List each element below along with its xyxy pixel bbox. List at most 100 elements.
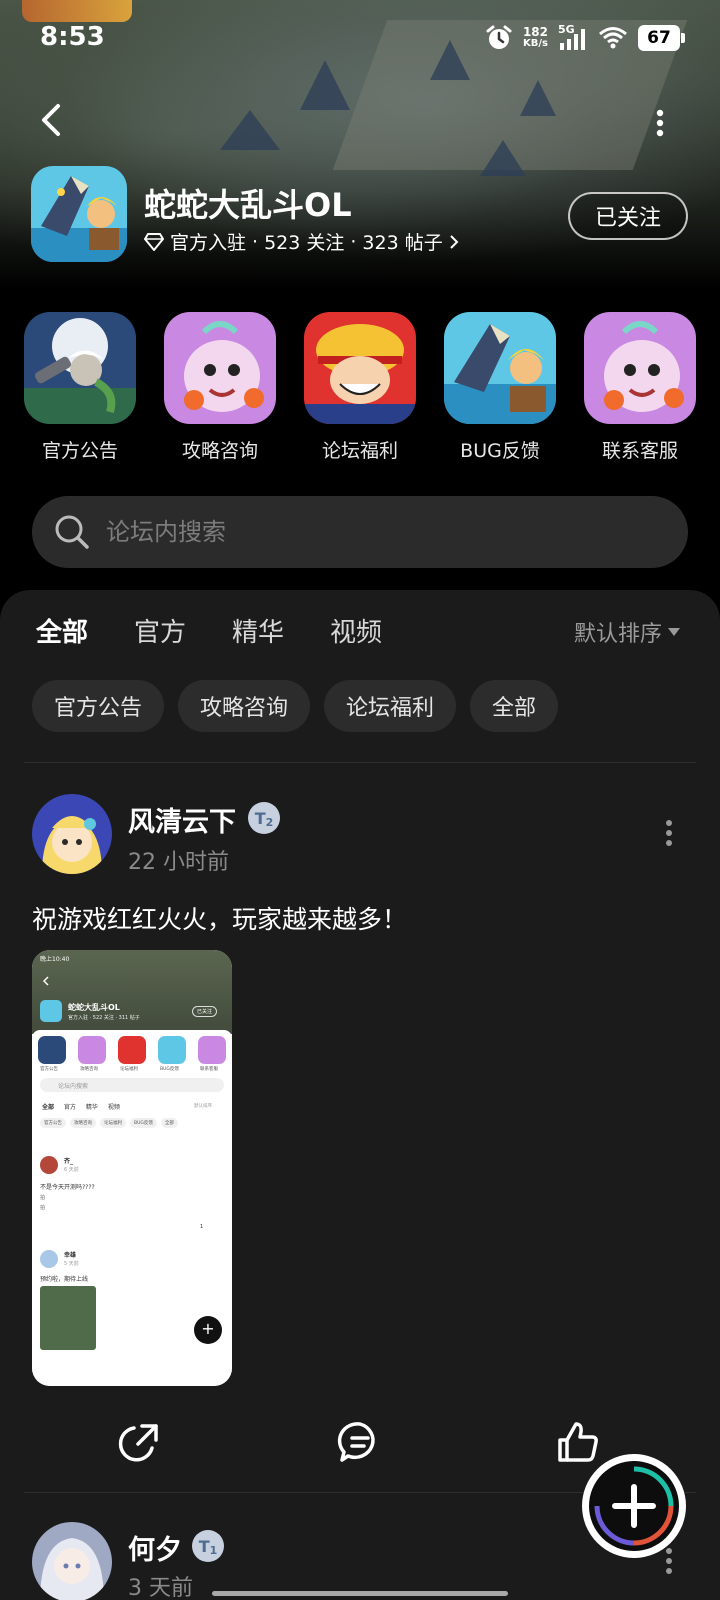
category-tabs: 全部 官方 精华 视频 — [36, 612, 382, 649]
home-indicator[interactable] — [212, 1591, 508, 1596]
quick-entry-support[interactable]: 联系客服 — [584, 312, 696, 463]
forum-meta: 官方入驻 · 523 关注 · 323 帖子 — [144, 228, 459, 255]
level-number: 1 — [209, 1543, 218, 1557]
thumb-post-author: 幸雄 — [64, 1252, 77, 1259]
thumb-entry-label: 官方公告 — [40, 1067, 58, 1072]
thumb-body: 官方公告 攻略咨询 论坛福利 BUG反馈 联系客服 论坛内搜索 全部 官方 精华… — [32, 1030, 232, 1386]
quick-entry-bug-report[interactable]: BUG反馈 — [444, 312, 556, 463]
filter-chips: 官方公告 攻略咨询 论坛福利 全部 — [32, 680, 559, 732]
new-post-button[interactable] — [582, 1454, 686, 1558]
like-button[interactable] — [554, 1418, 602, 1466]
quick-entry-label: 攻略咨询 — [181, 440, 258, 462]
thumb-meta: 官方入驻 · 522 关注 · 311 帖子 — [68, 1015, 140, 1021]
thumb-post-text: 拍 — [40, 1205, 46, 1211]
thumb-post-time: 6 天前 — [64, 1167, 79, 1173]
meta-separator: · — [350, 230, 357, 253]
quick-entry-guides[interactable]: 攻略咨询 — [164, 312, 276, 463]
battery-indicator: 67 — [638, 25, 685, 51]
thumb-chip: 攻略咨询 — [70, 1118, 96, 1128]
kebab-menu-icon — [666, 1548, 672, 1574]
meta-separator: · — [252, 230, 259, 253]
chip-benefits[interactable]: 论坛福利 — [324, 680, 457, 732]
post-author[interactable]: 何夕 — [128, 1528, 182, 1567]
new-post-button-inner — [589, 1461, 679, 1551]
thumb-entry-icon — [38, 1036, 66, 1064]
tab-all[interactable]: 全部 — [36, 612, 88, 649]
chip-all[interactable]: 全部 — [470, 680, 559, 732]
thumb-entry-icon — [118, 1036, 146, 1064]
post-more-button[interactable] — [662, 818, 676, 848]
thumb-avatar — [40, 1156, 58, 1174]
thumb-post-text: 不是今天开测吗???? — [40, 1184, 95, 1191]
tab-official[interactable]: 官方 — [134, 612, 186, 649]
forum-search-bar[interactable] — [32, 496, 688, 568]
thumb-search: 论坛内搜索 — [40, 1078, 224, 1092]
level-badge-prefix: T — [198, 1536, 210, 1556]
status-icons: 182 KB/s 5G 67 — [485, 23, 685, 52]
chevron-right-icon — [450, 234, 459, 249]
quick-entry-benefits[interactable]: 论坛福利 — [304, 312, 416, 463]
quick-entry-label: 官方公告 — [41, 440, 118, 462]
thumb-chip: 论坛福利 — [100, 1118, 126, 1128]
plus-icon — [594, 1466, 674, 1546]
level-badge: T1 — [192, 1530, 224, 1562]
thumb-tab: 精华 — [85, 1104, 98, 1111]
game-app-icon[interactable] — [31, 166, 127, 262]
wifi-icon — [599, 27, 627, 49]
thumb-follow: 已关注 — [192, 1006, 218, 1017]
caret-down-icon — [668, 628, 680, 636]
thumb-tab: 官方 — [63, 1104, 76, 1111]
forum-title: 蛇蛇大乱斗OL — [144, 186, 352, 224]
thumb-avatar — [40, 1250, 58, 1268]
quick-entry-label: 联系客服 — [601, 440, 678, 462]
network-speed-unit: KB/s — [522, 38, 548, 49]
thumb-post-likes: 1 — [200, 1224, 204, 1230]
tab-video[interactable]: 视频 — [330, 612, 382, 649]
thumb-title: 蛇蛇大乱斗OL — [68, 1003, 120, 1012]
posts-count[interactable]: 323 帖子 — [362, 228, 442, 255]
share-button[interactable] — [116, 1418, 164, 1466]
avatar[interactable] — [32, 794, 112, 874]
thumb-post-image — [40, 1286, 96, 1350]
sort-dropdown[interactable]: 默认排序 — [574, 616, 680, 648]
divider — [24, 762, 696, 763]
thumb-entry-icon — [78, 1036, 106, 1064]
thumb-post-author: 齐_ — [64, 1158, 74, 1165]
thumb-chip: 官方公告 — [40, 1118, 66, 1128]
thumb-entry-label: 联系客服 — [200, 1067, 218, 1072]
network-speed-value: 182 — [522, 25, 548, 39]
thumb-post-text: 预约啦，期待上线 — [40, 1276, 89, 1283]
sort-label: 默认排序 — [573, 622, 662, 647]
post-time: 3 天前 — [128, 1576, 193, 1600]
post-author[interactable]: 风清云下 — [128, 800, 236, 839]
support-icon — [584, 312, 696, 424]
post-image[interactable]: 晚上10:40 蛇蛇大乱斗OL 官方入驻 · 522 关注 · 311 帖子 已… — [32, 950, 232, 1386]
avatar[interactable] — [32, 1522, 112, 1600]
share-icon — [118, 1424, 158, 1462]
followers-count: 523 关注 — [264, 232, 345, 254]
thumb-chip: BUG反馈 — [130, 1118, 157, 1128]
quick-entry-announcements[interactable]: 官方公告 — [24, 312, 136, 463]
signal-icon — [560, 29, 585, 50]
thumb-post-time: 5 天前 — [64, 1261, 79, 1267]
thumb-entry-label: 论坛福利 — [120, 1067, 138, 1072]
thumb-entry-icon — [198, 1036, 226, 1064]
diamond-icon — [144, 232, 164, 251]
status-bar: 8:53 182 KB/s 5G 67 — [0, 0, 720, 80]
quick-entry-label: BUG反馈 — [460, 440, 540, 462]
tab-featured[interactable]: 精华 — [232, 612, 284, 649]
search-input[interactable] — [106, 518, 666, 546]
comment-button[interactable] — [336, 1418, 384, 1466]
announcements-icon — [24, 312, 136, 424]
comment-icon — [337, 1422, 375, 1462]
back-button[interactable] — [34, 100, 74, 140]
follow-button[interactable]: 已关注 — [568, 192, 688, 240]
chip-guides[interactable]: 攻略咨询 — [178, 680, 311, 732]
post-time: 22 小时前 — [128, 850, 229, 875]
thumb-entry-icon — [158, 1036, 186, 1064]
thumb-tab: 视频 — [107, 1104, 120, 1111]
search-icon — [55, 515, 89, 549]
more-options-button[interactable] — [652, 108, 668, 138]
benefits-icon — [304, 312, 416, 424]
chip-announcements[interactable]: 官方公告 — [32, 680, 165, 732]
